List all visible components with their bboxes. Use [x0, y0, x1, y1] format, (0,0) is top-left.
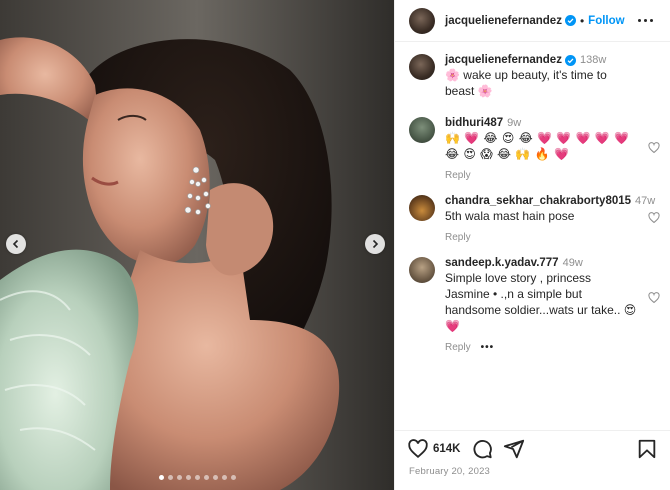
avatar[interactable]: [409, 257, 435, 283]
comment-text: Simple love story , princess Jasmine • .…: [445, 271, 637, 333]
comments-list: jacquelienefernandez 138w 🌸 wake up beau…: [395, 42, 670, 430]
comment-more-button[interactable]: •••: [481, 342, 495, 353]
comment-item: bidhuri487 9w 🙌 💗 😂 😍 😂 💗 💗 💗 💗 💗 😂 😍 😱 …: [409, 117, 660, 181]
carousel-prev-button[interactable]: [6, 234, 26, 254]
reply-button[interactable]: Reply: [445, 232, 471, 243]
like-comment-button[interactable]: [648, 141, 660, 154]
caption-time[interactable]: 138w: [580, 54, 606, 66]
carousel-dot: [203, 475, 209, 480]
carousel-dot: [185, 475, 191, 480]
comment-username[interactable]: sandeep.k.yadav.777: [445, 257, 559, 269]
avatar[interactable]: [409, 54, 435, 80]
caption: jacquelienefernandez 138w 🌸 wake up beau…: [409, 54, 656, 99]
header-username[interactable]: jacquelienefernandez: [445, 15, 562, 27]
avatar[interactable]: [409, 117, 435, 143]
share-icon[interactable]: [503, 438, 525, 460]
carousel-dot: [194, 475, 200, 480]
avatar[interactable]: [409, 7, 435, 34]
carousel-dot: [176, 475, 182, 480]
reply-button[interactable]: Reply: [445, 342, 471, 353]
carousel-dot: [221, 475, 227, 480]
chevron-left-icon: [12, 239, 19, 249]
comment-item: sandeep.k.yadav.777 49w Simple love stor…: [409, 257, 660, 353]
carousel-dots: [0, 475, 394, 480]
comment-username[interactable]: chandra_sekhar_chakraborty8015: [445, 195, 631, 207]
like-comment-button[interactable]: [648, 211, 660, 224]
action-bar: 614K: [395, 430, 670, 466]
verified-badge-icon: [564, 54, 576, 66]
comment-time[interactable]: 9w: [507, 117, 521, 129]
likes-count[interactable]: 614K: [433, 443, 461, 455]
heart-outline-icon: [648, 292, 660, 304]
follow-button[interactable]: Follow: [588, 15, 624, 27]
header-separator: •: [579, 13, 585, 28]
verified-badge-icon: [564, 15, 576, 26]
carousel-next-button[interactable]: [365, 234, 385, 254]
reply-button[interactable]: Reply: [445, 170, 471, 181]
bookmark-icon[interactable]: [636, 438, 658, 460]
carousel-dot: [212, 475, 218, 480]
comment-username[interactable]: bidhuri487: [445, 117, 503, 129]
heart-outline-icon: [648, 212, 660, 224]
heart-icon[interactable]: [407, 438, 429, 460]
chevron-right-icon: [372, 239, 379, 249]
comment-text: 🙌 💗 😂 😍 😂 💗 💗 💗 💗 💗 😂 😍 😱 😂 🙌 🔥 💗: [445, 131, 630, 161]
heart-outline-icon: [648, 142, 660, 154]
carousel-dot: [167, 475, 173, 480]
post-media[interactable]: [0, 0, 394, 490]
caption-text: 🌸 wake up beauty, it's time to beast 🌸: [445, 68, 607, 98]
caption-username[interactable]: jacquelienefernandez: [445, 54, 562, 66]
carousel-dot: [158, 475, 164, 480]
post-header: jacquelienefernandez • Follow: [395, 0, 670, 42]
post-panel: jacquelienefernandez • Follow jacquelien…: [394, 0, 670, 490]
more-horizontal-icon[interactable]: [638, 19, 656, 23]
avatar[interactable]: [409, 195, 435, 221]
comment-icon[interactable]: [471, 438, 493, 460]
comment-time[interactable]: 47w: [635, 195, 655, 207]
comment-text: 5th wala mast hain pose: [445, 209, 575, 223]
comment-time[interactable]: 49w: [563, 257, 583, 269]
post-date: February 20, 2023: [409, 466, 491, 477]
post-container: jacquelienefernandez • Follow jacquelien…: [0, 0, 670, 490]
comment-item: chandra_sekhar_chakraborty8015 47w 5th w…: [409, 195, 660, 243]
post-photo: [0, 0, 394, 490]
like-comment-button[interactable]: [648, 291, 660, 304]
carousel-dot: [230, 475, 236, 480]
